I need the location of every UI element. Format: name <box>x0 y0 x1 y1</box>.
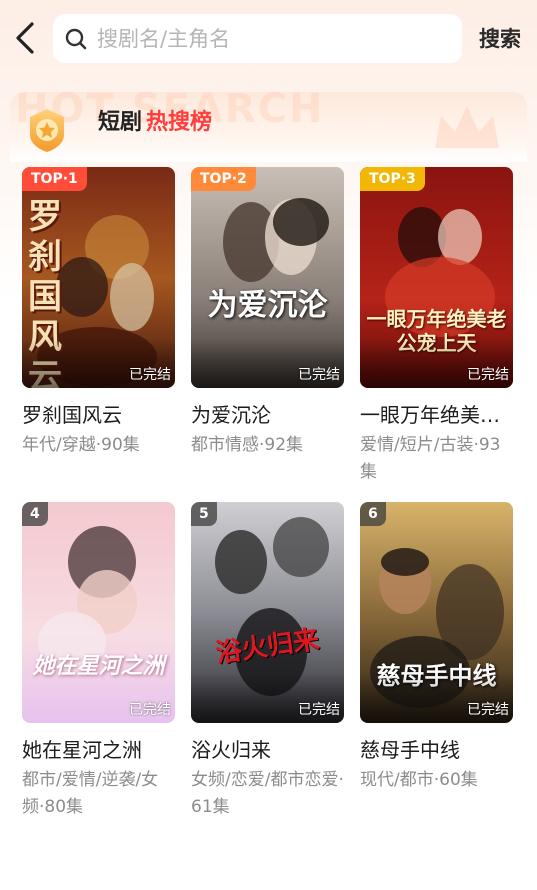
rank-panel-banner: HOT SEARCH <box>10 92 527 162</box>
drama-tags: 现代/都市·60集 <box>360 770 478 790</box>
crown-decoration-icon <box>435 106 499 148</box>
rank-badge: 6 <box>360 502 386 526</box>
status-label: 已完结 <box>467 367 509 383</box>
search-input[interactable] <box>97 26 437 51</box>
rank-badge: 5 <box>191 502 217 526</box>
drama-title: 慈母手中线 <box>360 738 460 762</box>
drama-poster: 为爱沉沦 TOP·2 已完结 <box>191 167 344 388</box>
medal-icon <box>30 109 64 152</box>
search-header: 搜索 <box>0 0 537 78</box>
drama-title: 一眼万年绝美老公宠上天 <box>360 403 513 427</box>
drama-tags: 都市/爱情/逆袭/女频·80集 <box>22 770 159 817</box>
drama-title: 浴火归来 <box>191 738 271 762</box>
status-label: 已完结 <box>129 702 171 718</box>
search-button[interactable]: 搜索 <box>479 22 521 56</box>
drama-poster: 慈母手中线 6 已完结 <box>360 502 513 723</box>
drama-tags: 年代/穿越·90集 <box>22 435 140 455</box>
drama-card[interactable]: 一眼万年绝美老公宠上天 TOP·3 已完结 一眼万年绝美老公宠上天 爱情/短片/… <box>360 167 513 486</box>
status-label: 已完结 <box>298 702 340 718</box>
drama-card[interactable]: 罗刹国风云 TOP·1 已完结 罗刹国风云 年代/穿越·90集 <box>22 167 175 459</box>
status-label: 已完结 <box>467 702 509 718</box>
rank-badge: TOP·1 <box>22 167 87 191</box>
drama-poster: 浴火归来 5 已完结 <box>191 502 344 723</box>
rank-badge: TOP·2 <box>191 167 256 191</box>
drama-tags: 女频/恋爱/都市恋爱·61集 <box>191 770 344 817</box>
drama-card[interactable]: 浴火归来 5 已完结 浴火归来 女频/恋爱/都市恋爱·61集 <box>191 502 344 821</box>
drama-poster: 她在星河之洲 4 已完结 <box>22 502 175 723</box>
status-label: 已完结 <box>129 367 171 383</box>
poster-title-text: 为爱沉沦 <box>207 288 328 323</box>
drama-title: 罗刹国风云 <box>22 403 122 427</box>
poster-artwork <box>22 502 175 723</box>
rank-badge: TOP·3 <box>360 167 425 191</box>
drama-poster: 一眼万年绝美老公宠上天 TOP·3 已完结 <box>360 167 513 388</box>
drama-title: 她在星河之洲 <box>22 738 142 762</box>
drama-title: 为爱沉沦 <box>191 403 271 427</box>
chevron-left-icon <box>16 22 34 54</box>
rank-title: 短剧 热搜榜 <box>98 108 212 138</box>
drama-tags: 爱情/短片/古装·93集 <box>360 435 501 482</box>
drama-card[interactable]: 她在星河之洲 4 已完结 她在星河之洲 都市/爱情/逆袭/女频·80集 <box>22 502 175 821</box>
rank-title-highlight: 热搜榜 <box>146 110 213 135</box>
drama-card[interactable]: 为爱沉沦 TOP·2 已完结 为爱沉沦 都市情感·92集 <box>191 167 344 459</box>
drama-card[interactable]: 慈母手中线 6 已完结 慈母手中线 现代/都市·60集 <box>360 502 513 794</box>
status-label: 已完结 <box>298 367 340 383</box>
rank-badge: 4 <box>22 502 48 526</box>
poster-title-text: 她在星河之洲 <box>32 653 165 679</box>
rank-title-prefix: 短剧 <box>98 110 143 135</box>
back-button[interactable] <box>8 18 42 58</box>
search-icon <box>63 26 89 52</box>
search-field[interactable] <box>53 14 462 63</box>
drama-poster: 罗刹国风云 TOP·1 已完结 <box>22 167 175 388</box>
drama-tags: 都市情感·92集 <box>191 435 304 455</box>
